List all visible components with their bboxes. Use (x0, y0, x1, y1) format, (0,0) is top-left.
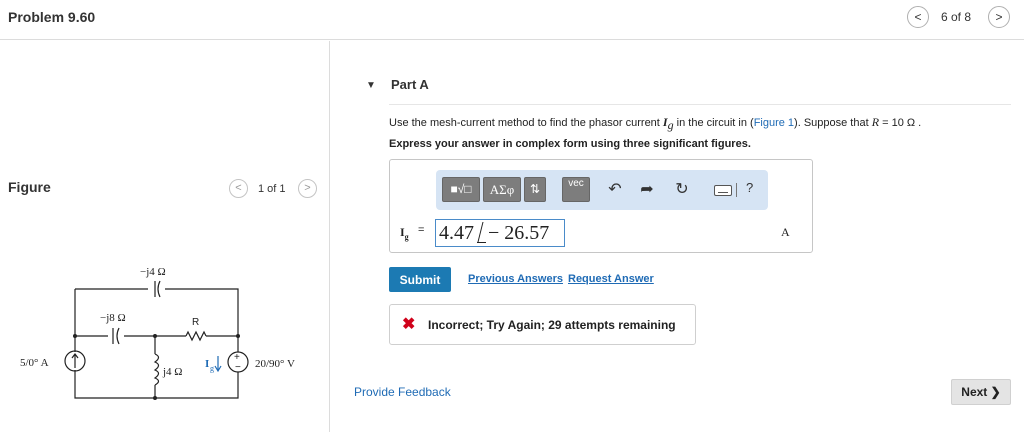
submit-button[interactable]: Submit (389, 267, 451, 292)
outer-loop-wire (74, 289, 239, 399)
vector-button[interactable]: vec (562, 177, 590, 202)
part-title[interactable]: Part A (391, 77, 429, 92)
instruction-text: Express your answer in complex form usin… (389, 138, 751, 150)
answer-variable-label: Ig (400, 225, 409, 242)
provide-feedback-link[interactable]: Provide Feedback (354, 385, 451, 399)
answer-unit: A (781, 225, 790, 239)
next-problem-button[interactable]: > (988, 6, 1010, 28)
templates-button[interactable]: ■√□ (442, 177, 480, 202)
voltage-source-label: 20/90° V (255, 358, 295, 370)
top-bar: Problem 9.60 < 6 of 8 > (0, 0, 1024, 40)
previous-answers-link[interactable]: Previous Answers (468, 273, 563, 285)
previous-problem-button[interactable]: < (907, 6, 929, 28)
top-capacitor-label: −j4 Ω (140, 266, 166, 278)
answer-box: ■√□ AΣφ ⇅ vec ↶ ➦ ↻ ? Ig = 4.47 − 26.57 A (389, 159, 813, 253)
request-answer-link[interactable]: Request Answer (568, 273, 654, 285)
toolbar-separator (736, 183, 737, 197)
reset-icon[interactable]: ↻ (672, 180, 692, 200)
angle-symbol-icon (476, 221, 486, 243)
resistor-label: R (192, 317, 199, 328)
answer-input[interactable]: 4.47 − 26.57 (435, 219, 565, 247)
incorrect-x-icon: ✖ (402, 316, 416, 333)
figure-link[interactable]: Figure 1 (754, 117, 794, 129)
ig-label: I (205, 358, 209, 370)
redo-icon[interactable]: ➦ (637, 180, 657, 200)
figure-next-button[interactable]: > (298, 179, 317, 198)
sort-button[interactable]: ⇅ (524, 177, 546, 202)
part-collapse-arrow-icon[interactable]: ▼ (366, 80, 376, 91)
ig-current-arrow (214, 356, 222, 373)
svg-text:−: − (235, 362, 241, 373)
answer-magnitude: 4.47 (439, 222, 474, 244)
inductor-label: j4 Ω (162, 366, 182, 378)
part-divider (389, 104, 1011, 105)
keyboard-icon[interactable] (714, 185, 732, 196)
inner-capacitor (112, 327, 120, 345)
help-button[interactable]: ? (746, 180, 753, 195)
figure-prev-button[interactable]: < (229, 179, 248, 198)
greek-symbols-button[interactable]: AΣφ (483, 177, 521, 202)
feedback-text: Incorrect; Try Again; 29 attempts remain… (428, 318, 676, 332)
current-source-label: 5/0° A (20, 357, 49, 369)
figure-title: Figure (8, 179, 51, 195)
problem-title: Problem 9.60 (8, 9, 96, 25)
top-capacitor (154, 280, 161, 298)
math-toolbar: ■√□ AΣφ ⇅ vec ↶ ➦ ↻ ? (436, 170, 768, 210)
question-text: Use the mesh-current method to find the … (389, 115, 922, 133)
answer-equals: = (418, 224, 425, 236)
inductor (153, 353, 160, 386)
next-button[interactable]: Next ❯ (951, 379, 1011, 405)
circuit-diagram: −j4 Ω −j8 Ω R j4 Ω 5/0° A I g + − 20/90°… (20, 266, 295, 400)
answer-angle: − 26.57 (488, 222, 550, 244)
ig-subscript: g (210, 364, 214, 373)
figure-pager: 1 of 1 (258, 183, 286, 195)
inner-capacitor-label: −j8 Ω (100, 312, 126, 324)
problem-pager: 6 of 8 (941, 10, 972, 24)
resistor (185, 330, 207, 342)
feedback-box: ✖ Incorrect; Try Again; 29 attempts rema… (389, 304, 696, 345)
undo-icon[interactable]: ↶ (605, 180, 625, 200)
